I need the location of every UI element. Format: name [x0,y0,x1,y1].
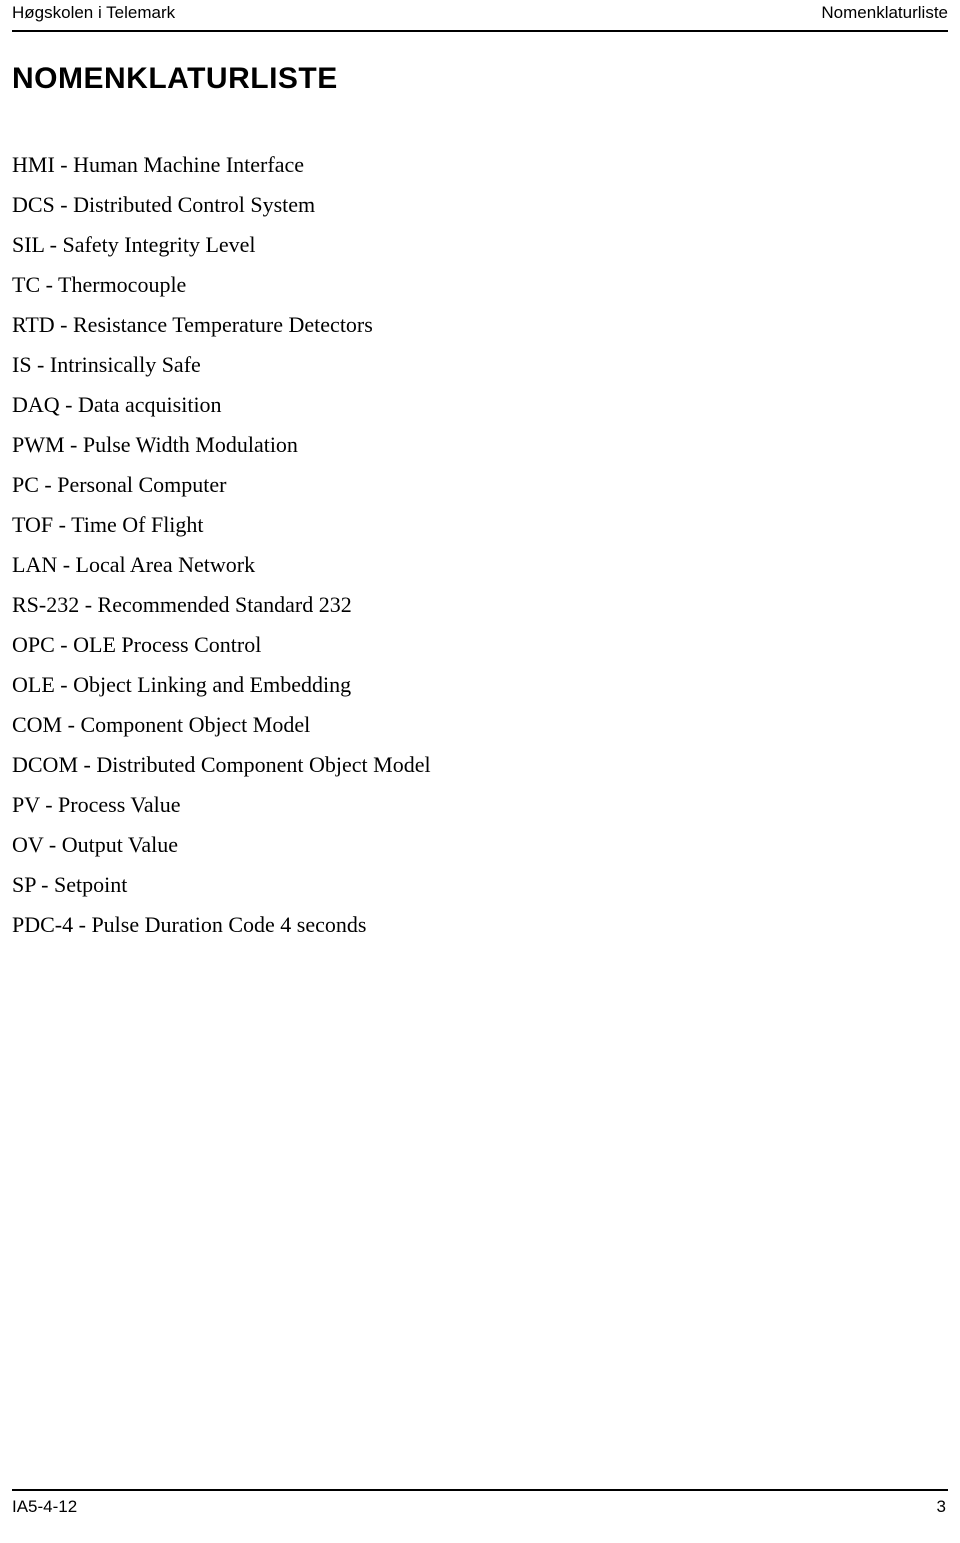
list-item: DCS - Distributed Control System [12,192,316,217]
list-item: TOF - Time Of Flight [12,512,204,537]
list-item: COM - Component Object Model [12,712,311,737]
footer-document-code: IA5-4-12 [12,1497,78,1516]
list-item: PDC-4 - Pulse Duration Code 4 seconds [12,912,367,937]
list-item: DAQ - Data acquisition [12,392,222,417]
list-item: TC - Thermocouple [12,272,187,297]
document-page: Høgskolen i Telemark Nomenklaturliste NO… [0,0,960,1543]
list-item: OV - Output Value [12,832,179,857]
page-footer: IA5-4-12 3 [12,1489,948,1525]
list-item: OLE - Object Linking and Embedding [12,672,352,697]
header-section-title: Nomenklaturliste [821,3,948,22]
list-item: RTD - Resistance Temperature Detectors [12,312,373,337]
list-item: HMI - Human Machine Interface [12,152,304,177]
page-header: Høgskolen i Telemark Nomenklaturliste [12,0,948,32]
list-item: OPC - OLE Process Control [12,632,262,657]
list-item: LAN - Local Area Network [12,552,256,577]
list-item: IS - Intrinsically Safe [12,352,201,377]
list-item: PWM - Pulse Width Modulation [12,432,298,457]
nomenclature-list: HMI - Human Machine Interface DCS - Dist… [12,145,942,945]
list-item: SP - Setpoint [12,872,128,897]
list-item: PV - Process Value [12,792,181,817]
list-item: SIL - Safety Integrity Level [12,232,256,257]
list-item: PC - Personal Computer [12,472,227,497]
list-item: RS-232 - Recommended Standard 232 [12,592,352,617]
page-title: NOMENKLATURLISTE [12,62,338,95]
footer-page-number: 3 [936,1497,946,1516]
header-institution: Høgskolen i Telemark [12,3,176,22]
list-item: DCOM - Distributed Component Object Mode… [12,752,431,777]
